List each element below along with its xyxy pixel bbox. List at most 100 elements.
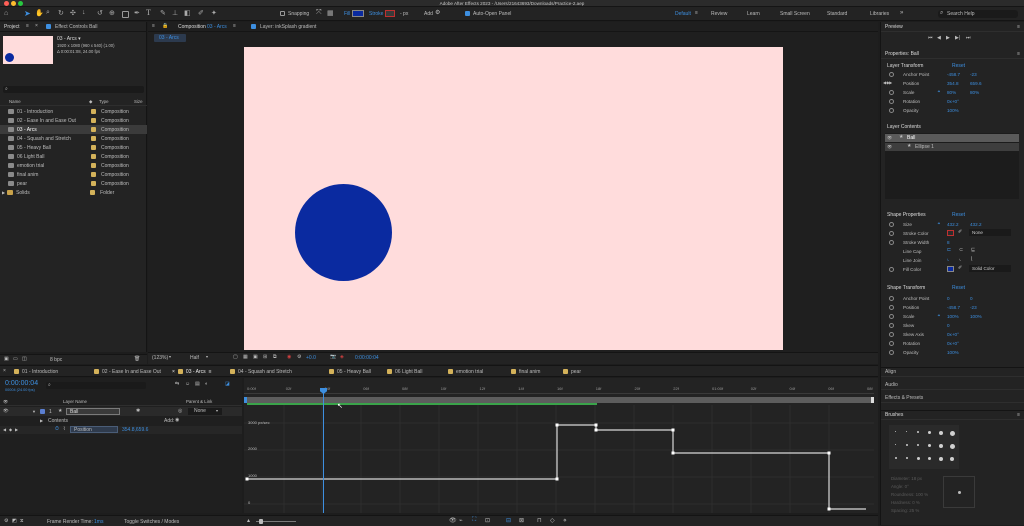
timeline-tab-07[interactable]: emotion trial: [448, 366, 483, 377]
add-contents-button[interactable]: Add:: [164, 418, 174, 424]
stopwatch-icon[interactable]: [889, 222, 894, 227]
workspace-learn[interactable]: Learn: [747, 11, 760, 17]
projecting-cap-icon[interactable]: ⊑: [971, 247, 975, 253]
transparency-grid-icon[interactable]: ▦: [243, 354, 248, 360]
fit-all-icon[interactable]: ⊡: [485, 517, 490, 524]
align-panel-header[interactable]: Align: [881, 367, 1024, 377]
shy-layers-icon[interactable]: ☺: [185, 381, 190, 387]
grid-icon[interactable]: ⊞: [263, 354, 267, 360]
stopwatch-icon[interactable]: [889, 99, 894, 104]
workspace-default[interactable]: Default: [675, 11, 691, 17]
comp-tab-menu-icon[interactable]: ≡: [233, 23, 236, 29]
rectangle-tool-icon[interactable]: [122, 11, 129, 18]
project-comp-name[interactable]: 03 - Arcs ▾: [57, 36, 81, 42]
graph-toggle-icon[interactable]: ⌇: [63, 426, 65, 432]
graph-editor[interactable]: 0:00f 02f 04f 06f 08f 10f 12f 14f 16f 18f 20f 22f 01…: [244, 378, 878, 513]
layer-label-color[interactable]: [40, 409, 45, 414]
workspace-overflow-icon[interactable]: »: [900, 10, 903, 16]
layer-disclosure-icon[interactable]: ▼: [32, 409, 36, 414]
column-type[interactable]: Type: [99, 99, 109, 104]
brush-tip[interactable]: [928, 431, 931, 434]
prop-value-y[interactable]: 80%: [970, 90, 979, 95]
eye-icon[interactable]: 👁: [449, 517, 457, 524]
round-cap-icon[interactable]: ⊂: [959, 247, 963, 253]
audio-panel-header[interactable]: Audio: [881, 380, 1024, 390]
keyframe-handle[interactable]: [594, 423, 598, 427]
work-area-end-handle[interactable]: [871, 397, 874, 403]
interpret-footage-icon[interactable]: ▣: [4, 356, 9, 362]
bevel-join-icon[interactable]: ⌊: [971, 256, 973, 262]
comp-lock-icon[interactable]: 🔒: [162, 23, 168, 29]
viewer-timecode[interactable]: 0:00:00:04: [355, 355, 379, 361]
prop-rotation[interactable]: Rotation 0x+0°: [881, 339, 1024, 348]
prop-anchor-point[interactable]: Anchor Point 0 0: [881, 294, 1024, 303]
position-value[interactable]: 354.8,659.6: [122, 427, 148, 433]
motion-blur-icon[interactable]: ◐: [205, 381, 208, 387]
constrain-proportions-icon[interactable]: ⚭: [937, 89, 941, 95]
column-name[interactable]: Name: [9, 99, 21, 104]
prop-value[interactable]: 0x+0°: [947, 341, 959, 346]
speed-graph[interactable]: [244, 405, 874, 513]
brush-tip[interactable]: [939, 431, 943, 435]
parent-pickwhip-icon[interactable]: ◎: [178, 408, 182, 414]
toggle-switches-modes-button[interactable]: Toggle Switches / Modes: [124, 519, 179, 525]
new-folder-icon[interactable]: ▭: [13, 356, 18, 362]
brushes-menu-icon[interactable]: ≡: [1017, 412, 1020, 418]
add-gear-icon[interactable]: ⚙: [435, 9, 440, 16]
prop-position[interactable]: Position -458.7 -23: [881, 303, 1024, 312]
brush-tip[interactable]: [906, 431, 907, 432]
workspace-menu-icon[interactable]: ≡: [695, 10, 698, 16]
layer-switches-icon[interactable]: ⚙: [4, 518, 8, 524]
tab-menu-icon[interactable]: ≡: [209, 369, 212, 375]
brush-tip[interactable]: [917, 457, 920, 460]
prop-value-y[interactable]: 659.6: [970, 81, 982, 86]
prop-value[interactable]: 0x+0°: [947, 332, 959, 337]
last-frame-icon[interactable]: ⏭: [966, 35, 971, 41]
rotate-tool-icon[interactable]: ↺: [97, 9, 103, 17]
type-tool-icon[interactable]: T: [146, 8, 151, 17]
prop-rotation[interactable]: Rotation 0x+0°: [881, 97, 1024, 106]
position-property-row[interactable]: ◀ ◆ ▶ ⏱ ⌇ Position 354.8,659.6: [0, 426, 242, 434]
prev-frame-icon[interactable]: ◀: [937, 35, 941, 41]
fill-color-swatch[interactable]: [947, 266, 954, 272]
add-contents-icon[interactable]: ◉: [175, 417, 179, 423]
snap-grid-icon[interactable]: ▦: [327, 9, 334, 17]
brush-tip[interactable]: [917, 444, 919, 446]
miter-join-icon[interactable]: ⌞: [947, 256, 949, 262]
timeline-close-icon[interactable]: ×: [3, 368, 6, 374]
shape-transform-reset[interactable]: Reset: [952, 285, 965, 291]
auto-bezier-icon[interactable]: ⋄: [563, 517, 567, 524]
round-join-icon[interactable]: ◟: [959, 256, 961, 262]
auto-open-panel-checkbox[interactable]: [465, 11, 470, 16]
preview-menu-icon[interactable]: ≡: [1017, 24, 1020, 30]
stopwatch-icon[interactable]: [889, 341, 894, 346]
brush-tip[interactable]: [950, 431, 955, 436]
timeline-tab-09[interactable]: pear: [563, 366, 581, 377]
prop-position[interactable]: ◀◆▶ Position 354.8 659.6: [881, 79, 1024, 88]
dolly-tool-icon[interactable]: ↓: [82, 9, 86, 16]
keyframe-handle[interactable]: [827, 451, 831, 455]
fill-color-swatch[interactable]: [352, 10, 364, 17]
column-size[interactable]: Size: [134, 99, 143, 104]
prop-value[interactable]: 100%: [947, 350, 959, 355]
stroke-width-value[interactable]: - px: [400, 11, 408, 17]
play-icon[interactable]: ▶: [946, 35, 950, 41]
prop-value[interactable]: 0: [947, 323, 950, 328]
prop-value-x[interactable]: -458.7: [947, 72, 960, 77]
current-time-display[interactable]: 0:00:00:04: [5, 380, 38, 387]
add-label[interactable]: Add: [424, 11, 433, 17]
comp-tab-name[interactable]: 03 - Arcs: [207, 24, 227, 30]
brush-tip[interactable]: [950, 444, 955, 449]
project-search-field[interactable]: ⌕: [3, 86, 144, 93]
speed-curve-keyframes[interactable]: [245, 423, 831, 511]
keyframe-indicator-icon[interactable]: ◀◆▶: [883, 80, 892, 85]
prop-value-y[interactable]: 432.2: [970, 222, 982, 227]
stopwatch-icon[interactable]: [889, 240, 894, 245]
color-management-icon[interactable]: ◉: [287, 354, 291, 360]
project-tab[interactable]: Project: [4, 24, 20, 30]
prop-opacity[interactable]: Opacity 100%: [881, 348, 1024, 357]
zoom-tool-icon[interactable]: ⌕: [46, 9, 50, 17]
prop-scale[interactable]: Scale ⚭ 100% 100%: [881, 312, 1024, 321]
brush-tips-grid[interactable]: [889, 425, 959, 469]
prop-value-x[interactable]: 354.8: [947, 81, 959, 86]
